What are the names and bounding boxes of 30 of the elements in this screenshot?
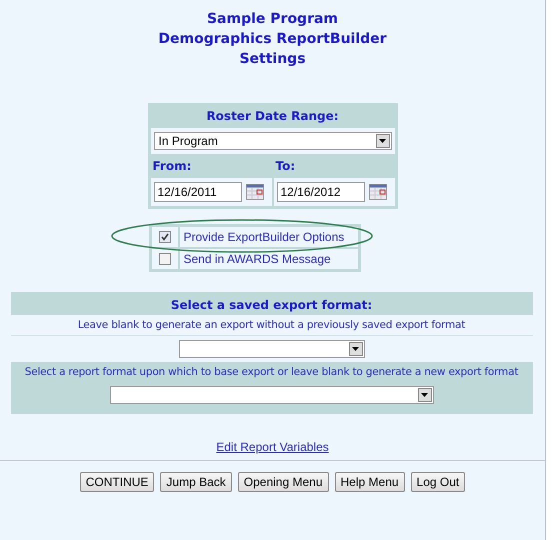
to-date-field[interactable]: 12/16/2012 bbox=[276, 182, 364, 202]
option-label: Provide ExportBuilder Options bbox=[184, 230, 344, 244]
page-title: Demographics ReportBuilder bbox=[158, 30, 387, 49]
nav-button[interactable]: Help Menu bbox=[334, 472, 405, 492]
caret-icon bbox=[352, 347, 359, 351]
option-label: Send in AWARDS Message bbox=[184, 252, 331, 266]
to-label: To: bbox=[274, 158, 296, 175]
page-title: Settings bbox=[239, 50, 306, 69]
calendar-icon[interactable] bbox=[368, 184, 386, 200]
calendar-icon[interactable] bbox=[246, 184, 264, 200]
nav-button[interactable]: Jump Back bbox=[160, 472, 232, 492]
report-format-dropdown[interactable] bbox=[110, 386, 434, 404]
edit-variables-link[interactable]: Edit Report Variables bbox=[216, 440, 329, 454]
range-dropdown[interactable]: In Program bbox=[154, 132, 392, 150]
checkbox[interactable] bbox=[158, 231, 170, 243]
nav-button[interactable]: Opening Menu bbox=[238, 472, 329, 492]
hint-text: Select a report format upon which to base export or leave blank to generate a new export format bbox=[24, 365, 520, 380]
nav-button[interactable]: Log Out bbox=[410, 472, 466, 492]
saved-format-dropdown[interactable] bbox=[178, 340, 364, 358]
panel-heading: Select a saved export format: bbox=[170, 297, 374, 314]
page-title: Sample Program bbox=[206, 10, 338, 29]
nav-button[interactable]: CONTINUE bbox=[80, 472, 154, 492]
check-icon bbox=[160, 233, 168, 241]
caret-icon bbox=[421, 393, 428, 397]
hint-text: Leave blank to generate an export without a previously saved export format bbox=[10, 315, 532, 336]
from-date-field[interactable]: 12/16/2011 bbox=[154, 182, 242, 202]
panel-heading: Roster Date Range: bbox=[205, 108, 340, 125]
checkbox[interactable] bbox=[158, 253, 170, 265]
caret-icon bbox=[379, 139, 386, 143]
from-label: From: bbox=[152, 158, 192, 175]
